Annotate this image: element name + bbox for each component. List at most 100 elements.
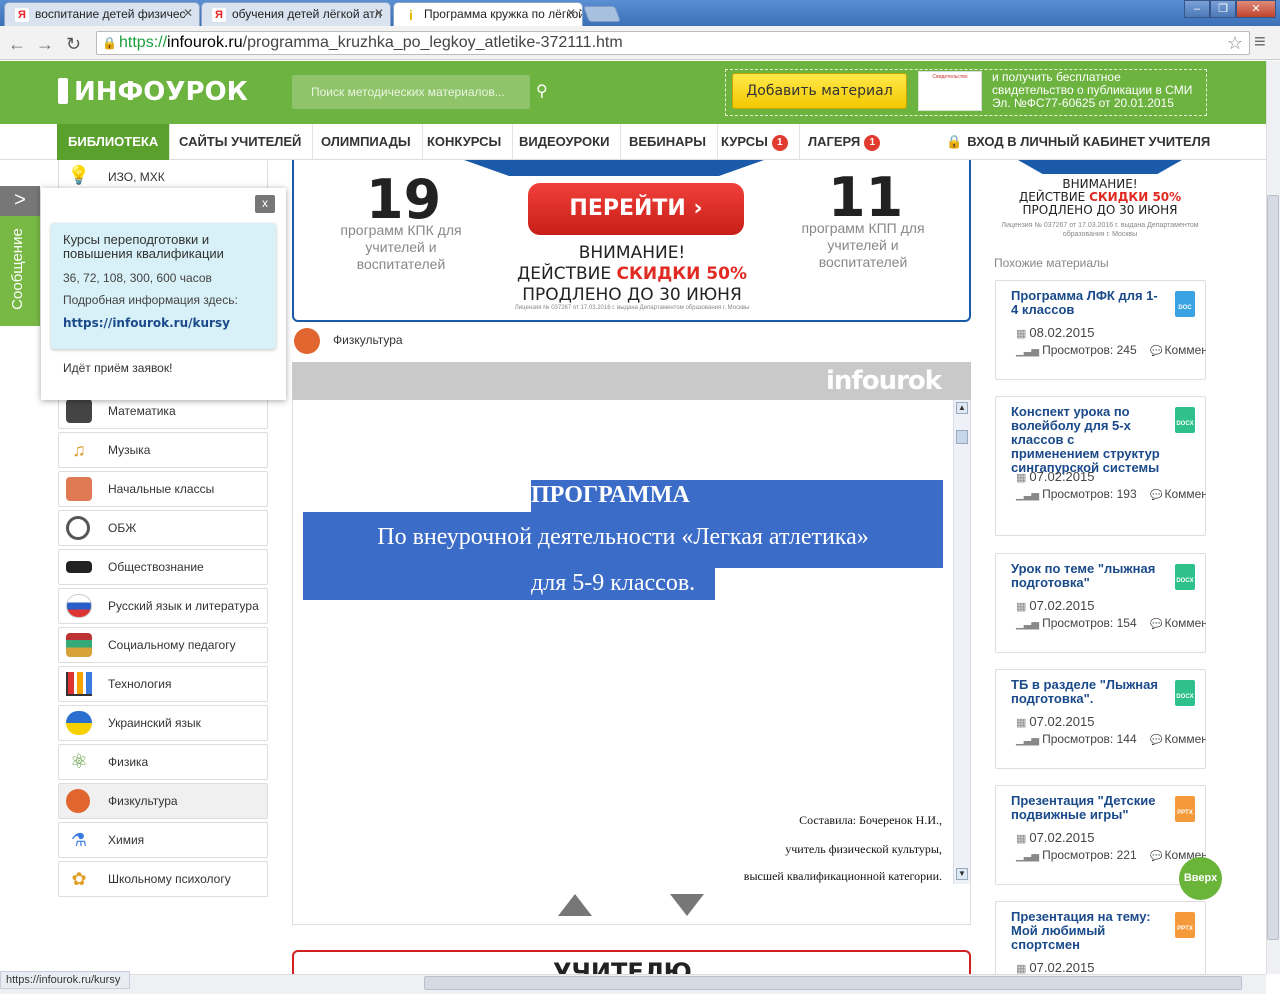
similar-title[interactable]: Презентация "Детские подвижные игры" bbox=[1011, 794, 1163, 822]
url-field[interactable]: 🔒 https://infourok.ru/programma_kruzhka_… bbox=[96, 31, 1250, 55]
close-window-button[interactable]: ✕ bbox=[1236, 0, 1276, 18]
close-tab-icon[interactable]: ✕ bbox=[566, 6, 576, 20]
scroll-to-top-button[interactable]: Вверх bbox=[1179, 857, 1222, 900]
category-psychologist[interactable]: ✿ Школьному психологу bbox=[58, 861, 268, 897]
category-ukrainian[interactable]: Украинский язык bbox=[58, 705, 268, 741]
address-bar: ← → ↻ 🔒 https://infourok.ru/programma_kr… bbox=[0, 26, 1280, 60]
document-page[interactable]: ПРОГРАММА По внеурочной деятельности «Ле… bbox=[293, 400, 953, 884]
nav-olympiads[interactable]: ОЛИМПИАДЫ bbox=[310, 124, 423, 160]
nav-contests[interactable]: КОНКУРСЫ bbox=[416, 124, 514, 160]
category-social-pedagogy[interactable]: Социальному педагогу bbox=[58, 627, 268, 663]
restore-button[interactable]: ❐ bbox=[1210, 0, 1236, 18]
browser-tab-1[interactable]: Я воспитание детей физичес ✕ bbox=[4, 2, 200, 26]
next-page-icon[interactable] bbox=[670, 894, 704, 916]
date-value: 07.02.2015 bbox=[1029, 469, 1095, 484]
scroll-up-icon[interactable]: ▲ bbox=[956, 402, 968, 414]
similar-date: ▦ 07.02.2015 bbox=[1016, 830, 1094, 845]
menu-icon[interactable]: ≡ bbox=[1254, 31, 1266, 54]
browser-tab-2[interactable]: Я обучения детей лёгкой атл ✕ bbox=[201, 2, 391, 26]
similar-title[interactable]: Конспект урока по волейболу для 5-х клас… bbox=[1011, 405, 1163, 475]
viewer-scrollbar[interactable]: ▲ ▼ bbox=[953, 400, 970, 884]
reload-icon[interactable]: ↻ bbox=[66, 34, 81, 55]
close-tab-icon[interactable]: ✕ bbox=[374, 6, 384, 20]
material-category[interactable]: Физкультура bbox=[333, 333, 403, 347]
popup-close-button[interactable]: x bbox=[255, 195, 275, 213]
similar-title[interactable]: Презентация на тему: Мой любимый спортсм… bbox=[1011, 910, 1163, 952]
back-icon[interactable]: ← bbox=[8, 34, 26, 55]
views-icon: ▁▃▅ bbox=[1016, 346, 1040, 357]
yandex-favicon-icon: Я bbox=[15, 8, 29, 22]
doc-grades: для 5-9 классов. bbox=[531, 570, 696, 596]
add-material-button[interactable]: Добавить материал bbox=[732, 73, 907, 109]
similar-card[interactable]: ТБ в разделе "Лыжная подготовка". DOCX ▦ 07… bbox=[995, 669, 1206, 769]
bookmark-star-icon[interactable]: ☆ bbox=[1227, 32, 1243, 54]
nav-library[interactable]: БИБЛИОТЕКА bbox=[57, 124, 171, 160]
url-scheme: https:// bbox=[119, 34, 168, 51]
similar-comments: 💬Комментариев: 0 bbox=[1150, 616, 1206, 630]
search-input[interactable]: Поиск методических материалов... bbox=[292, 75, 530, 109]
search-icon[interactable]: ⚲ bbox=[536, 81, 554, 100]
category-primary[interactable]: Начальные классы bbox=[58, 471, 268, 507]
views-icon: ▁▃▅ bbox=[1016, 490, 1040, 501]
nav-webinars[interactable]: ВЕБИНАРЫ bbox=[618, 124, 718, 160]
scroll-down-icon[interactable]: ▼ bbox=[956, 868, 968, 880]
similar-title[interactable]: Программа ЛФК для 1-4 классов bbox=[1011, 289, 1163, 317]
scroll-thumb[interactable] bbox=[956, 430, 968, 444]
category-pe[interactable]: Физкультура bbox=[58, 783, 268, 819]
category-technology[interactable]: Технология bbox=[58, 666, 268, 702]
doc-subtitle: По внеурочной деятельности «Легкая атлет… bbox=[377, 524, 869, 550]
basketball-icon bbox=[66, 789, 90, 813]
similar-card[interactable]: Конспект урока по волейболу для 5-х клас… bbox=[995, 396, 1206, 536]
banner-go-button[interactable]: ПЕРЕЙТИ › bbox=[528, 183, 744, 235]
nav-courses[interactable]: КУРСЫ 1 bbox=[710, 124, 800, 160]
new-tab-button[interactable] bbox=[583, 6, 621, 22]
comments-value: Комментариев: 0 bbox=[1164, 343, 1206, 357]
views-value: Просмотров: 245 bbox=[1042, 343, 1137, 357]
doc-role: учитель физической культуры, bbox=[785, 842, 942, 856]
forward-icon[interactable]: → bbox=[36, 34, 54, 55]
similar-title[interactable]: ТБ в разделе "Лыжная подготовка". bbox=[1011, 678, 1163, 706]
right-banner-ribbon bbox=[1018, 160, 1182, 174]
trumpet-icon: ♫ bbox=[72, 440, 86, 460]
page-scroll-thumb[interactable] bbox=[1267, 195, 1279, 940]
discount-value: СКИДКИ 50% bbox=[1089, 190, 1182, 204]
doc-category: высшей квалификационной категории. bbox=[743, 869, 942, 883]
category-social[interactable]: Обществознание bbox=[58, 549, 268, 585]
ukrainian-flag-icon bbox=[66, 711, 92, 735]
nav-teacher-sites[interactable]: САЙТЫ УЧИТЕЛЕЙ bbox=[168, 124, 314, 160]
date-value: 07.02.2015 bbox=[1029, 598, 1095, 613]
category-physics[interactable]: ⚛ Физика bbox=[58, 744, 268, 780]
prev-page-icon[interactable] bbox=[558, 894, 592, 916]
minimize-button[interactable]: – bbox=[1184, 0, 1210, 18]
browser-tab-3[interactable]: i Программа кружка по лёгкой ✕ bbox=[393, 2, 583, 26]
url-host: infourok.ru bbox=[167, 34, 243, 51]
logo-mark-icon bbox=[58, 78, 68, 104]
popup-link[interactable]: https://infourok.ru/kursy bbox=[63, 316, 264, 330]
similar-date: ▦ 07.02.2015 bbox=[1016, 714, 1094, 729]
date-value: 08.02.2015 bbox=[1029, 325, 1095, 340]
similar-title[interactable]: Урок по теме "лыжная подготовка" bbox=[1011, 562, 1163, 590]
similar-card[interactable]: Презентация "Детские подвижные игры" PPTX… bbox=[995, 785, 1206, 885]
discount-prefix: ДЕЙСТВИЕ bbox=[516, 264, 617, 284]
comments-value: Комментариев: 0 bbox=[1164, 487, 1206, 501]
teacher-login-link[interactable]: 🔒 ВХОД В ЛИЧНЫЙ КАБИНЕТ УЧИТЕЛЯ bbox=[946, 124, 1210, 160]
similar-card[interactable]: Урок по теме "лыжная подготовка" DOCX ▦ 07.… bbox=[995, 553, 1206, 653]
file-type-icon: DOCX bbox=[1175, 407, 1195, 433]
lock-icon: 🔒 bbox=[102, 36, 117, 50]
right-banner[interactable]: ВНИМАНИЕ! ДЕЙСТВИЕ СКИДКИ 50% ПРОДЛЕНО Д… bbox=[994, 160, 1206, 242]
similar-card[interactable]: Программа ЛФК для 1-4 классов DOC ▦ 08.02.2… bbox=[995, 280, 1206, 380]
nav-camps[interactable]: ЛАГЕРЯ 1 bbox=[797, 124, 891, 160]
category-music[interactable]: ♫ Музыка bbox=[58, 432, 268, 468]
popup-footer: Идёт приём заявок! bbox=[63, 361, 173, 375]
comment-icon: 💬 bbox=[1150, 851, 1163, 862]
category-chemistry[interactable]: ⚗ Химия bbox=[58, 822, 268, 858]
category-obzh[interactable]: ОБЖ bbox=[58, 510, 268, 546]
nav-video-lessons[interactable]: ВИДЕОУРОКИ bbox=[508, 124, 622, 160]
infourok-favicon-icon: i bbox=[409, 7, 413, 23]
horizontal-scroll-thumb[interactable] bbox=[424, 976, 1242, 990]
site-logo[interactable]: ИНФОУРОК bbox=[58, 77, 248, 107]
category-russian[interactable]: Русский язык и литература bbox=[58, 588, 268, 624]
comments-value: Комментариев: 0 bbox=[1164, 616, 1206, 630]
close-tab-icon[interactable]: ✕ bbox=[183, 6, 193, 20]
message-tab-toggle[interactable]: > bbox=[0, 186, 40, 216]
